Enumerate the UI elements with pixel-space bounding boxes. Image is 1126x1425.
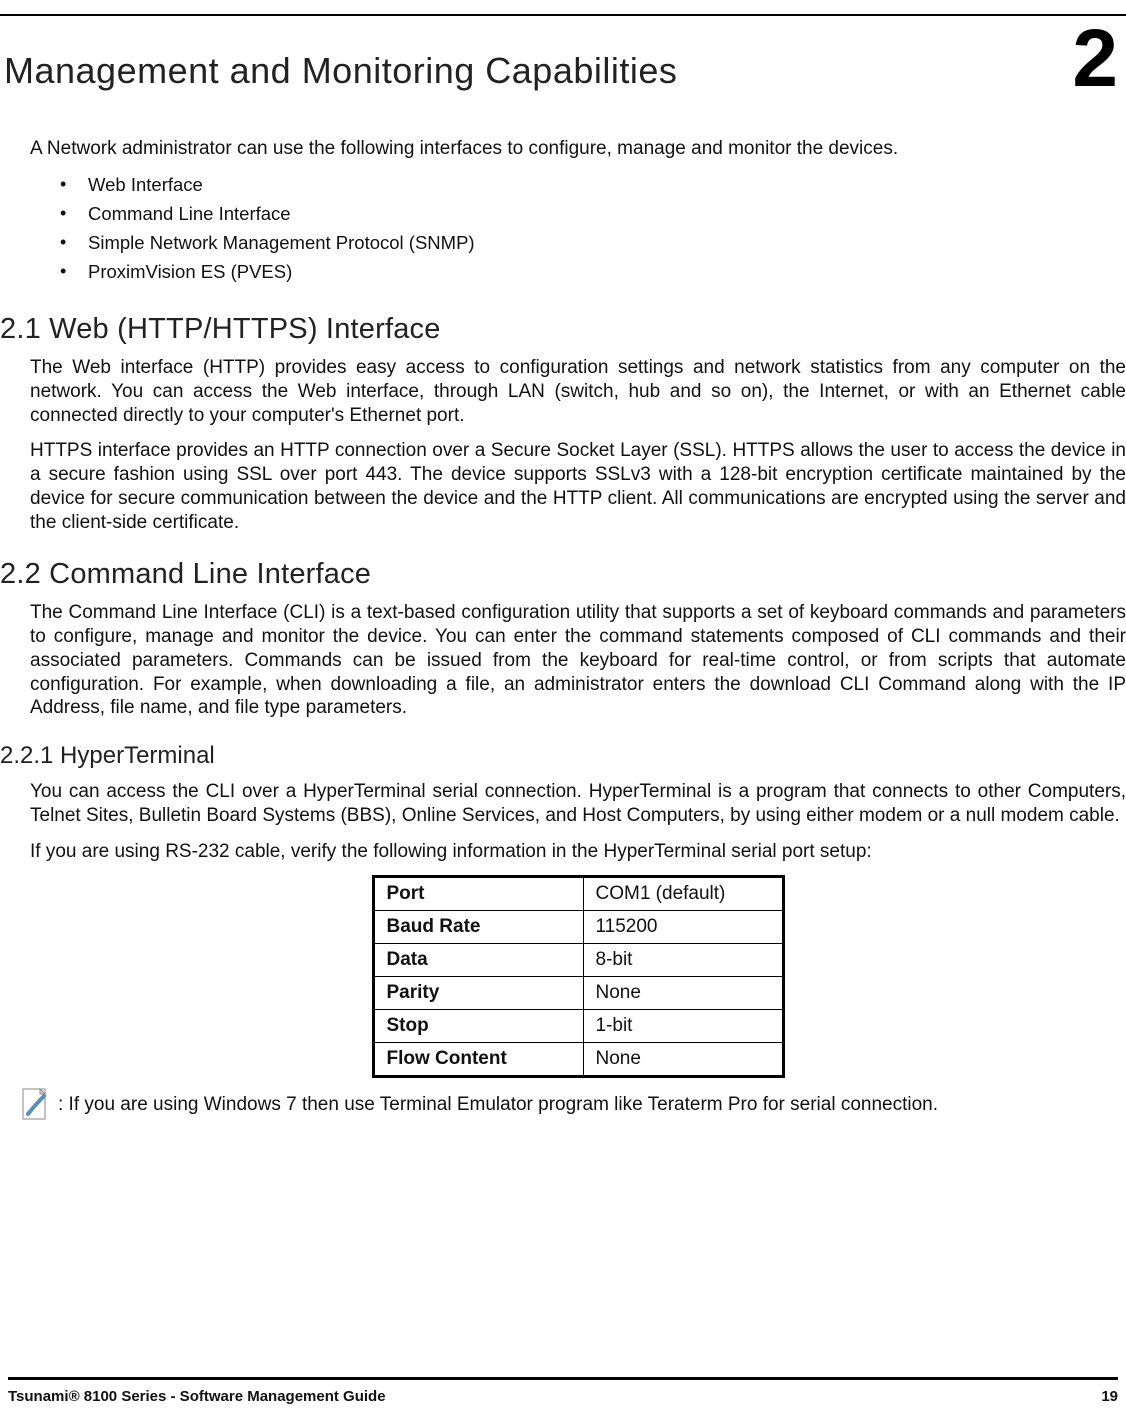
table-row: Port COM1 (default) xyxy=(373,877,783,911)
body-paragraph: The Web interface (HTTP) provides easy a… xyxy=(30,356,1126,427)
footer-page-number: 19 xyxy=(1101,1388,1118,1405)
note-icon xyxy=(20,1086,52,1124)
table-value: 115200 xyxy=(583,911,783,944)
page-footer: Tsunami® 8100 Series - Software Manageme… xyxy=(0,1377,1126,1405)
footer-doc-title: Tsunami® 8100 Series - Software Manageme… xyxy=(8,1388,386,1405)
table-key: Flow Content xyxy=(373,1043,583,1077)
body-paragraph: You can access the CLI over a HyperTermi… xyxy=(30,780,1126,828)
table-key: Baud Rate xyxy=(373,911,583,944)
intro-paragraph: A Network administrator can use the foll… xyxy=(30,138,1126,160)
table-key: Port xyxy=(373,877,583,911)
chapter-header: Management and Monitoring Capabilities 2 xyxy=(0,16,1126,92)
table-value: COM1 (default) xyxy=(583,877,783,911)
table-key: Data xyxy=(373,944,583,977)
section-heading-2-2: 2.2 Command Line Interface xyxy=(0,558,1126,591)
section-heading-2-1: 2.1 Web (HTTP/HTTPS) Interface xyxy=(0,313,1126,346)
subsection-heading-2-2-1: 2.2.1 HyperTerminal xyxy=(0,742,1126,770)
serial-port-table: Port COM1 (default) Baud Rate 115200 Dat… xyxy=(372,875,785,1078)
list-item: ProximVision ES (PVES) xyxy=(60,261,1126,283)
chapter-title: Management and Monitoring Capabilities xyxy=(4,50,677,92)
table-value: 8-bit xyxy=(583,944,783,977)
table-row: Baud Rate 115200 xyxy=(373,911,783,944)
table-value: 1-bit xyxy=(583,1010,783,1043)
list-item: Web Interface xyxy=(60,174,1126,196)
content-area: A Network administrator can use the foll… xyxy=(0,138,1126,1124)
body-paragraph: The Command Line Interface (CLI) is a te… xyxy=(30,601,1126,720)
table-row: Stop 1-bit xyxy=(373,1010,783,1043)
body-paragraph: If you are using RS-232 cable, verify th… xyxy=(30,840,1126,864)
footer-row: Tsunami® 8100 Series - Software Manageme… xyxy=(8,1388,1118,1405)
note-row: : If you are using Windows 7 then use Te… xyxy=(20,1086,1126,1124)
chapter-number: 2 xyxy=(1072,30,1118,87)
footer-rule xyxy=(8,1377,1118,1380)
table-row: Parity None xyxy=(373,977,783,1010)
table-value: None xyxy=(583,1043,783,1077)
body-paragraph: HTTPS interface provides an HTTP connect… xyxy=(30,439,1126,534)
table-row: Data 8-bit xyxy=(373,944,783,977)
table-key: Stop xyxy=(373,1010,583,1043)
note-text: : If you are using Windows 7 then use Te… xyxy=(58,1094,938,1116)
interfaces-list: Web Interface Command Line Interface Sim… xyxy=(30,174,1126,283)
list-item: Simple Network Management Protocol (SNMP… xyxy=(60,232,1126,254)
table-row: Flow Content None xyxy=(373,1043,783,1077)
list-item: Command Line Interface xyxy=(60,203,1126,225)
table-key: Parity xyxy=(373,977,583,1010)
table-value: None xyxy=(583,977,783,1010)
